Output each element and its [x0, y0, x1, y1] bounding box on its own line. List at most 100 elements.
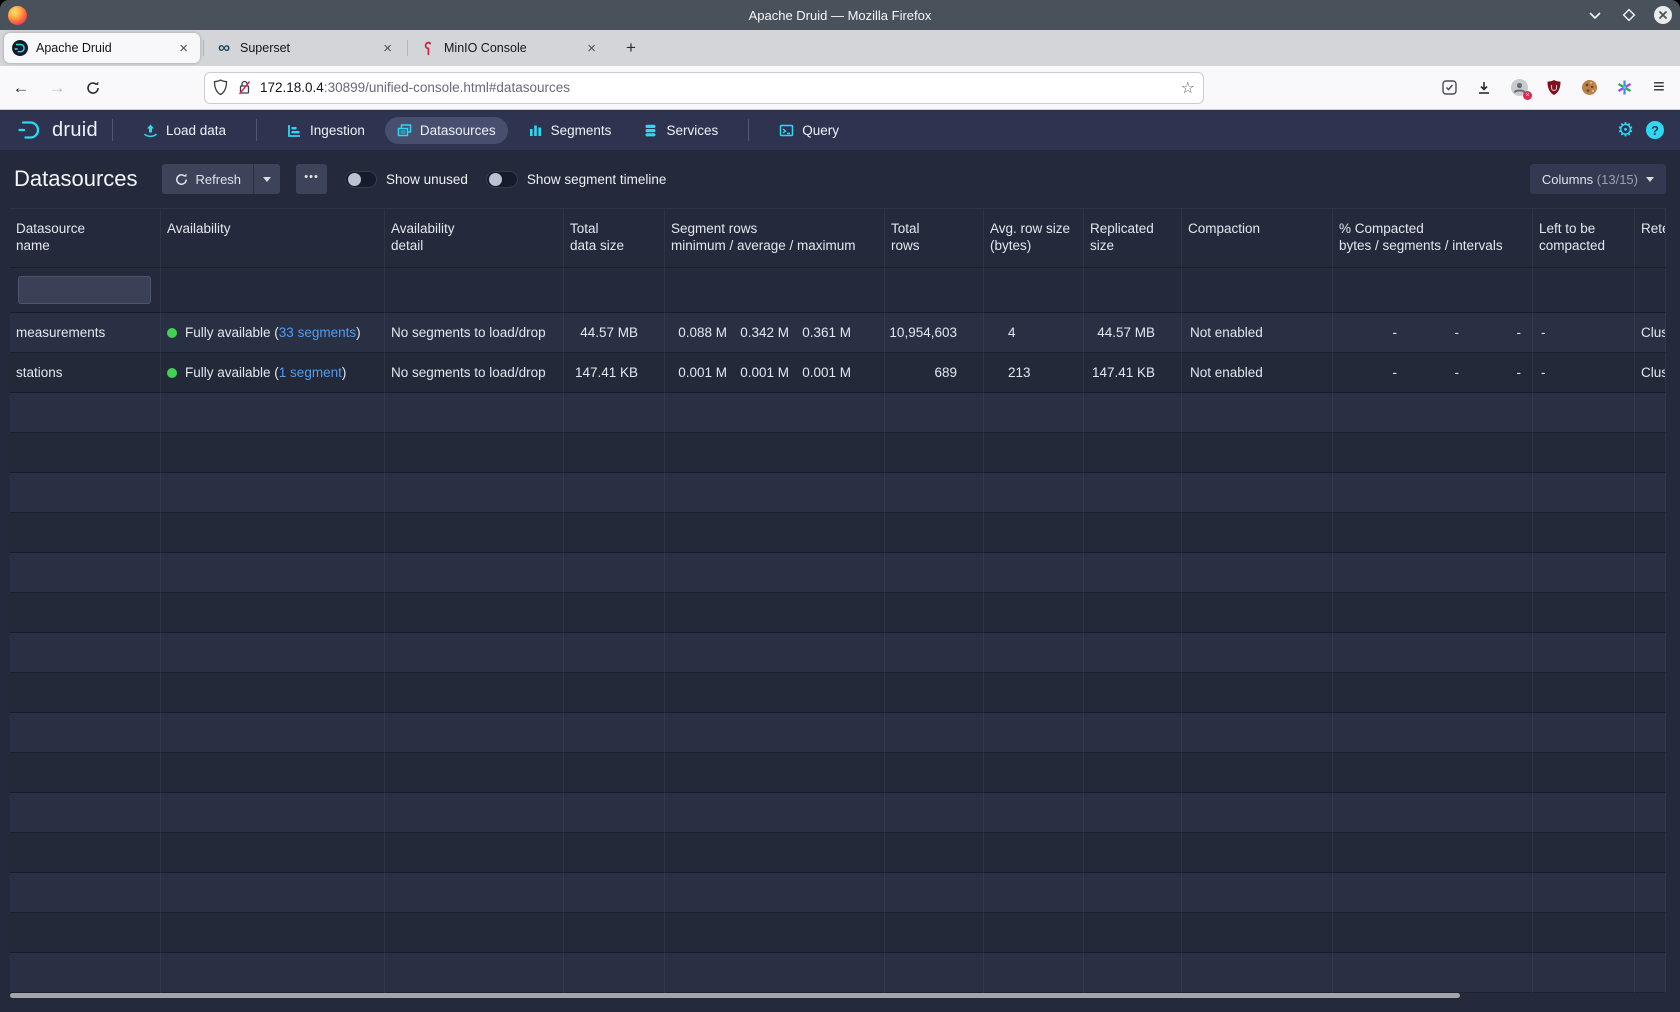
empty-cell: [1635, 913, 1666, 953]
col-header-availability-detail[interactable]: Availabilitydetail: [385, 209, 564, 268]
empty-cell: [161, 673, 385, 713]
col-header-datasource-name[interactable]: Datasourcename: [10, 209, 161, 268]
settings-gear-icon[interactable]: ⚙: [1617, 119, 1634, 142]
col-header-retention[interactable]: Rete: [1635, 209, 1666, 268]
empty-cell: [1182, 393, 1333, 433]
cell-compaction[interactable]: Not enabled: [1182, 313, 1333, 353]
col-header-total-data-size[interactable]: Totaldata size: [564, 209, 665, 268]
cell-availability: Fully available (33 segments): [161, 313, 385, 353]
empty-cell: [161, 553, 385, 593]
forward-icon[interactable]: →: [42, 73, 72, 103]
cell-compaction[interactable]: Not enabled: [1182, 353, 1333, 393]
nav-item-query[interactable]: Query: [767, 117, 851, 144]
downloads-icon[interactable]: [1473, 77, 1495, 99]
segments-link[interactable]: 33 segments: [279, 325, 356, 340]
tab-close-icon[interactable]: ×: [379, 40, 396, 57]
nav-item-services[interactable]: Services: [631, 117, 730, 144]
nav-item-ingestion[interactable]: Ingestion: [275, 117, 377, 144]
druid-logo-icon: [16, 118, 46, 142]
empty-cell: [1533, 713, 1635, 753]
ingestion-icon: [287, 123, 302, 138]
refresh-button[interactable]: Refresh: [162, 164, 254, 194]
cell-retention[interactable]: Clus: [1635, 313, 1666, 353]
asterisk-extension-icon[interactable]: [1613, 77, 1635, 99]
empty-cell: [385, 553, 564, 593]
refresh-dropdown-button[interactable]: [253, 164, 280, 194]
nav-divider: [748, 119, 749, 141]
empty-cell: [1333, 673, 1533, 713]
col-header-left-to-be-compacted[interactable]: Left to becompacted: [1533, 209, 1635, 268]
nav-item-load-data[interactable]: Load data: [131, 117, 238, 144]
shield-icon[interactable]: [213, 79, 228, 96]
filter-cell: [1533, 268, 1635, 313]
cell-retention[interactable]: Clus: [1635, 353, 1666, 393]
empty-cell: [984, 473, 1084, 513]
menu-icon[interactable]: ≡: [1648, 77, 1670, 99]
cell-availability-detail: No segments to load/drop: [385, 313, 564, 353]
brand-text: druid: [52, 119, 98, 142]
empty-cell: [1084, 433, 1182, 473]
show-unused-toggle[interactable]: [345, 171, 377, 188]
bookmark-star-icon[interactable]: ☆: [1181, 78, 1195, 98]
empty-cell: [10, 953, 161, 993]
filter-cell: [161, 268, 385, 313]
maximize-icon[interactable]: [1618, 4, 1640, 26]
reload-icon[interactable]: [78, 73, 108, 103]
datasource-name-filter-input[interactable]: [18, 276, 151, 304]
empty-cell: [161, 473, 385, 513]
druid-logo[interactable]: druid: [16, 118, 98, 142]
empty-table-row: [10, 673, 1666, 713]
nav-item-datasources[interactable]: Datasources: [385, 117, 508, 144]
empty-cell: [1182, 633, 1333, 673]
empty-cell: [885, 833, 984, 873]
help-icon[interactable]: ?: [1646, 121, 1664, 139]
col-header-compaction[interactable]: Compaction: [1182, 209, 1333, 268]
show-segment-timeline-toggle[interactable]: [486, 171, 518, 188]
cookie-icon[interactable]: [1578, 77, 1600, 99]
col-header-availability[interactable]: Availability: [161, 209, 385, 268]
empty-table-row: [10, 593, 1666, 633]
insecure-lock-icon[interactable]: [237, 79, 252, 96]
empty-cell: [885, 513, 984, 553]
col-header-pct-compacted[interactable]: % Compactedbytes / segments / intervals: [1333, 209, 1533, 268]
ublock-icon[interactable]: [1543, 77, 1565, 99]
tab-superset[interactable]: ∞ Superset ×: [208, 33, 404, 63]
tab-close-icon[interactable]: ×: [583, 40, 600, 57]
account-extension-icon[interactable]: ×: [1508, 77, 1530, 99]
minimize-icon[interactable]: [1584, 4, 1606, 26]
empty-cell: [1084, 753, 1182, 793]
empty-cell: [1182, 793, 1333, 833]
refresh-label: Refresh: [196, 172, 242, 187]
new-tab-icon[interactable]: +: [616, 33, 646, 63]
empty-cell: [984, 713, 1084, 753]
nav-item-label: Datasources: [420, 123, 496, 138]
empty-cell: [665, 873, 885, 913]
url-bar[interactable]: 172.18.0.4:30899/unified-console.html#da…: [204, 72, 1204, 104]
col-header-total-rows[interactable]: Totalrows: [885, 209, 984, 268]
empty-table-row: [10, 433, 1666, 473]
empty-cell: [1333, 473, 1533, 513]
back-icon[interactable]: ←: [6, 73, 36, 103]
tab-apache-druid[interactable]: Apache Druid ×: [4, 33, 200, 63]
cell-datasource-name[interactable]: stations: [10, 353, 161, 393]
empty-cell: [385, 633, 564, 673]
empty-cell: [885, 553, 984, 593]
horizontal-scrollbar[interactable]: [10, 993, 1460, 998]
druid-nav: druid Load data Ingestion Datasources Se…: [0, 110, 1680, 150]
columns-button[interactable]: Columns (13/15): [1530, 164, 1666, 194]
empty-cell: [385, 793, 564, 833]
col-header-segment-rows[interactable]: Segment rowsminimum / average / maximum: [665, 209, 885, 268]
tab-close-icon[interactable]: ×: [175, 40, 192, 57]
col-header-replicated-size[interactable]: Replicatedsize: [1084, 209, 1182, 268]
tab-minio[interactable]: MinIO Console ×: [412, 33, 608, 63]
cell-datasource-name[interactable]: measurements: [10, 313, 161, 353]
empty-cell: [564, 553, 665, 593]
more-actions-button[interactable]: •••: [296, 164, 327, 194]
shield-check-icon[interactable]: [1438, 77, 1460, 99]
nav-item-segments[interactable]: Segments: [516, 117, 624, 144]
segments-link[interactable]: 1 segment: [279, 365, 342, 380]
col-header-avg-row-size[interactable]: Avg. row size(bytes): [984, 209, 1084, 268]
filter-row: [10, 268, 1666, 313]
empty-cell: [1533, 673, 1635, 713]
close-icon[interactable]: [1652, 4, 1674, 26]
